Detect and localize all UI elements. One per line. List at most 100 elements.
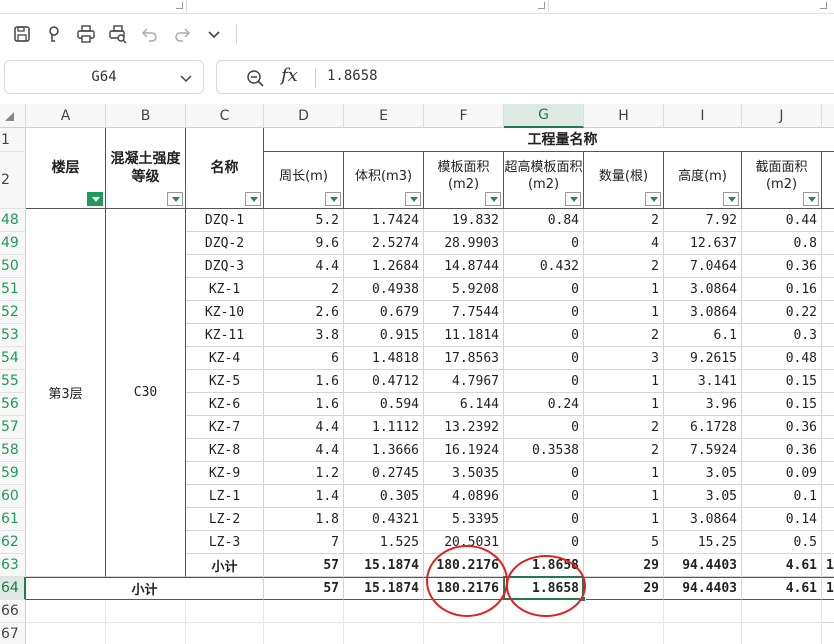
cell-volume[interactable]: 2.5274 bbox=[344, 232, 424, 255]
cell-name[interactable]: LZ-1 bbox=[186, 485, 264, 508]
cell-formwork[interactable]: 3.5035 bbox=[424, 462, 504, 485]
cell-formwork[interactable]: 5.9208 bbox=[424, 278, 504, 301]
column-header-c[interactable]: C bbox=[186, 104, 264, 128]
cell-name[interactable]: LZ-3 bbox=[186, 531, 264, 554]
cell-section[interactable]: 0.15 bbox=[742, 393, 822, 416]
cell-volume[interactable]: 0.594 bbox=[344, 393, 424, 416]
cell-high[interactable]: 0.24 bbox=[504, 393, 584, 416]
cell-name[interactable]: DZQ-3 bbox=[186, 255, 264, 278]
cell-partial-k[interactable]: 1 bbox=[822, 554, 834, 577]
header-section-area[interactable]: 截面面积(m2) bbox=[742, 152, 822, 209]
cell-volume[interactable]: 0.679 bbox=[344, 301, 424, 324]
column-header-h[interactable]: H bbox=[584, 104, 664, 128]
cell-subtotal-b-label[interactable]: 小计 bbox=[26, 577, 264, 600]
cell-volume[interactable]: 0.4321 bbox=[344, 508, 424, 531]
cell-formwork[interactable]: 5.3395 bbox=[424, 508, 504, 531]
cell-height[interactable]: 6.1728 bbox=[664, 416, 742, 439]
cell-high[interactable]: 0 bbox=[504, 324, 584, 347]
filter-dropdown-icon[interactable] bbox=[723, 192, 739, 206]
cell-section[interactable]: 0.14 bbox=[742, 508, 822, 531]
row-header-61[interactable]: 61 bbox=[0, 508, 26, 531]
cell-subtotal-volume[interactable]: 15.1874 bbox=[344, 554, 424, 577]
formula-value[interactable]: 1.8658 bbox=[327, 68, 378, 84]
cell-empty[interactable] bbox=[26, 600, 106, 623]
cell-perimeter[interactable]: 3.8 bbox=[264, 324, 344, 347]
cell-count[interactable]: 3 bbox=[584, 347, 664, 370]
cell-perimeter[interactable]: 1.8 bbox=[264, 508, 344, 531]
cell-empty[interactable] bbox=[822, 623, 834, 644]
cell-subtotal-label[interactable]: 小计 bbox=[186, 554, 264, 577]
cell-perimeter[interactable]: 2.6 bbox=[264, 301, 344, 324]
more-button[interactable] bbox=[198, 18, 230, 50]
cell-high[interactable]: 0.3538 bbox=[504, 439, 584, 462]
cell-empty[interactable] bbox=[26, 623, 106, 644]
cell-perimeter[interactable]: 4.4 bbox=[264, 255, 344, 278]
row-header-58[interactable]: 58 bbox=[0, 439, 26, 462]
column-header-a[interactable]: A bbox=[26, 104, 106, 128]
filter-dropdown-icon[interactable] bbox=[245, 192, 261, 206]
cell-volume[interactable]: 0.2745 bbox=[344, 462, 424, 485]
cell-formwork[interactable]: 7.7544 bbox=[424, 301, 504, 324]
cell-volume[interactable]: 1.1112 bbox=[344, 416, 424, 439]
cell-name[interactable]: KZ-5 bbox=[186, 370, 264, 393]
cell-formwork[interactable]: 16.1924 bbox=[424, 439, 504, 462]
row-header-53[interactable]: 53 bbox=[0, 324, 26, 347]
dialog-launcher-icon[interactable] bbox=[176, 2, 183, 9]
cell-section[interactable]: 0.09 bbox=[742, 462, 822, 485]
cell-formwork[interactable]: 14.8744 bbox=[424, 255, 504, 278]
dialog-launcher-icon[interactable] bbox=[820, 2, 827, 9]
cell-count[interactable]: 2 bbox=[584, 255, 664, 278]
column-header-b[interactable]: B bbox=[106, 104, 186, 128]
row-header-2[interactable]: 2 bbox=[0, 152, 26, 209]
cell-volume[interactable]: 0.4938 bbox=[344, 278, 424, 301]
row-header-66[interactable]: 66 bbox=[0, 600, 26, 623]
cell-formwork[interactable]: 28.9903 bbox=[424, 232, 504, 255]
cell-height[interactable]: 7.92 bbox=[664, 209, 742, 232]
cell-partial-k[interactable]: 1 bbox=[822, 577, 834, 600]
cell-volume[interactable]: 1.3666 bbox=[344, 439, 424, 462]
cell-count[interactable]: 2 bbox=[584, 209, 664, 232]
cell-count[interactable]: 1 bbox=[584, 485, 664, 508]
cell-high[interactable]: 0 bbox=[504, 531, 584, 554]
cell-empty[interactable] bbox=[186, 600, 264, 623]
cell-name[interactable]: KZ-4 bbox=[186, 347, 264, 370]
cell-subtotal-b-height[interactable]: 94.4403 bbox=[664, 577, 742, 600]
cell-height[interactable]: 12.637 bbox=[664, 232, 742, 255]
cell-volume[interactable]: 0.305 bbox=[344, 485, 424, 508]
header-partial-k[interactable] bbox=[822, 152, 834, 209]
header-floor[interactable]: 楼层 bbox=[26, 128, 106, 209]
cell-partial-k[interactable] bbox=[822, 278, 834, 301]
header-height[interactable]: 高度(m) bbox=[664, 152, 742, 209]
print-preview-button[interactable] bbox=[102, 18, 134, 50]
cell-grade[interactable]: C30 bbox=[106, 209, 186, 577]
cell-empty[interactable] bbox=[344, 623, 424, 644]
cell-height[interactable]: 3.141 bbox=[664, 370, 742, 393]
cell-perimeter[interactable]: 6 bbox=[264, 347, 344, 370]
cell-count[interactable]: 2 bbox=[584, 324, 664, 347]
row-header-52[interactable]: 52 bbox=[0, 301, 26, 324]
cell-count[interactable]: 1 bbox=[584, 462, 664, 485]
cell-partial-k[interactable] bbox=[822, 301, 834, 324]
row-header-67[interactable]: 67 bbox=[0, 623, 26, 644]
cell-section[interactable]: 0.1 bbox=[742, 485, 822, 508]
cell-formwork[interactable]: 19.832 bbox=[424, 209, 504, 232]
cell-height[interactable]: 6.1 bbox=[664, 324, 742, 347]
cell-perimeter[interactable]: 9.6 bbox=[264, 232, 344, 255]
cell-count[interactable]: 1 bbox=[584, 393, 664, 416]
cell-count[interactable]: 5 bbox=[584, 531, 664, 554]
cell-section[interactable]: 0.3 bbox=[742, 324, 822, 347]
cell-subtotal-b-count[interactable]: 29 bbox=[584, 577, 664, 600]
cell-formwork[interactable]: 13.2392 bbox=[424, 416, 504, 439]
cell-count[interactable]: 1 bbox=[584, 278, 664, 301]
cell-perimeter[interactable]: 4.4 bbox=[264, 416, 344, 439]
row-header-62[interactable]: 62 bbox=[0, 531, 26, 554]
cell-empty[interactable] bbox=[504, 623, 584, 644]
filter-dropdown-icon[interactable] bbox=[167, 192, 183, 206]
header-count[interactable]: 数量(根) bbox=[584, 152, 664, 209]
cell-partial-k[interactable] bbox=[822, 531, 834, 554]
cell-section[interactable]: 0.36 bbox=[742, 416, 822, 439]
cell-height[interactable]: 3.05 bbox=[664, 462, 742, 485]
cell-partial-k[interactable] bbox=[822, 232, 834, 255]
cell-name[interactable]: KZ-1 bbox=[186, 278, 264, 301]
header-perimeter[interactable]: 周长(m) bbox=[264, 152, 344, 209]
